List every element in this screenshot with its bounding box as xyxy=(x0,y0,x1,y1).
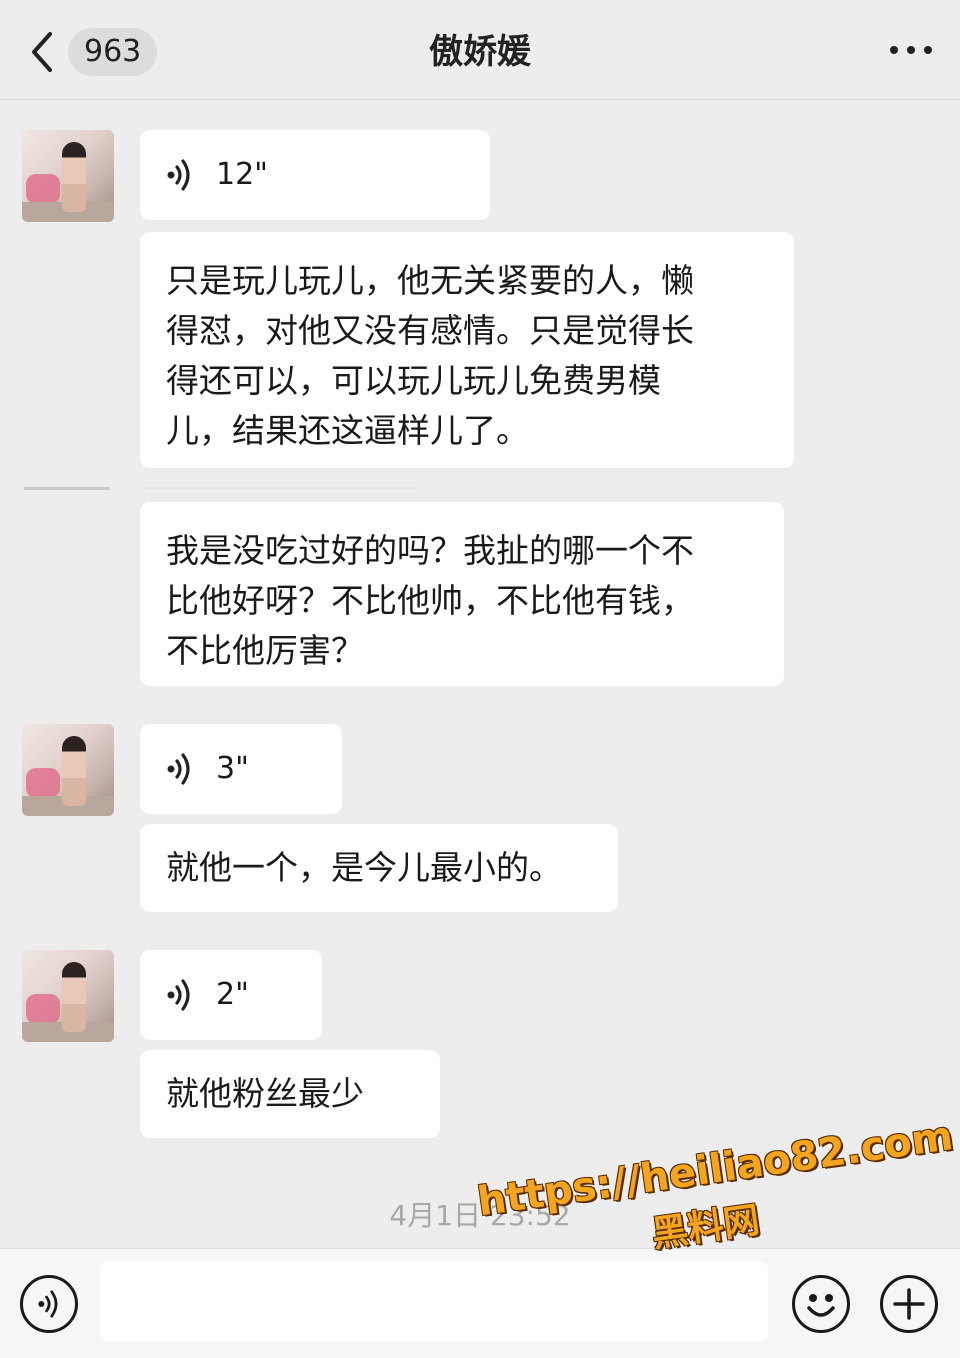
message-text: 只是玩儿玩儿，他无关紧要的人，懒 得怼，对他又没有感情。只是觉得长 得还可以，可… xyxy=(166,261,694,450)
input-bar xyxy=(0,1248,960,1358)
voice-wave-icon xyxy=(38,1290,58,1318)
chat-header: 963 傲娇媛 xyxy=(0,0,960,100)
contact-avatar[interactable] xyxy=(22,724,114,816)
bubble-edge xyxy=(142,487,418,490)
voice-duration: 12" xyxy=(216,157,268,192)
voice-duration: 2" xyxy=(216,977,249,1012)
text-message-bubble[interactable]: 我是没吃过好的吗？我扯的哪一个不 比他好呀？不比他帅，不比他有钱， 不比他厉害？ xyxy=(140,502,784,686)
more-options-icon[interactable] xyxy=(888,44,934,58)
chat-title: 傲娇媛 xyxy=(429,32,531,72)
text-message-bubble[interactable]: 只是玩儿玩儿，他无关紧要的人，懒 得怼，对他又没有感情。只是觉得长 得还可以，可… xyxy=(140,232,794,468)
voice-wave-icon xyxy=(167,753,190,785)
text-message-bubble[interactable]: 就他一个，是今儿最小的。 xyxy=(140,824,618,912)
voice-message-bubble[interactable]: 3" xyxy=(140,724,342,814)
voice-duration: 3" xyxy=(216,751,249,786)
message-text: 就他粉丝最少 xyxy=(166,1074,364,1113)
voice-message-bubble[interactable]: 2" xyxy=(140,950,322,1040)
voice-wave-icon xyxy=(167,979,190,1011)
voice-wave-icon xyxy=(167,159,190,191)
plus-icon xyxy=(893,1288,925,1320)
voice-input-button[interactable] xyxy=(20,1275,78,1333)
more-actions-button[interactable] xyxy=(880,1275,938,1333)
contact-avatar[interactable] xyxy=(22,950,114,1042)
voice-message-bubble[interactable]: 12" xyxy=(140,130,490,220)
emoji-button[interactable] xyxy=(792,1275,850,1333)
message-text: 就他一个，是今儿最小的。 xyxy=(166,848,562,887)
smiley-icon xyxy=(807,1294,835,1317)
message-input[interactable] xyxy=(100,1261,768,1341)
avatar-edge xyxy=(24,487,110,490)
message-text: 我是没吃过好的吗？我扯的哪一个不 比他好呀？不比他帅，不比他有钱， 不比他厉害？ xyxy=(166,531,694,670)
chat-screen: 963 傲娇媛 12" 只是玩儿玩儿，他无关紧要的人，懒 得怼，对他又没有感情。… xyxy=(0,0,960,1358)
text-message-bubble[interactable]: 就他粉丝最少 xyxy=(140,1050,440,1138)
contact-avatar[interactable] xyxy=(22,130,114,222)
